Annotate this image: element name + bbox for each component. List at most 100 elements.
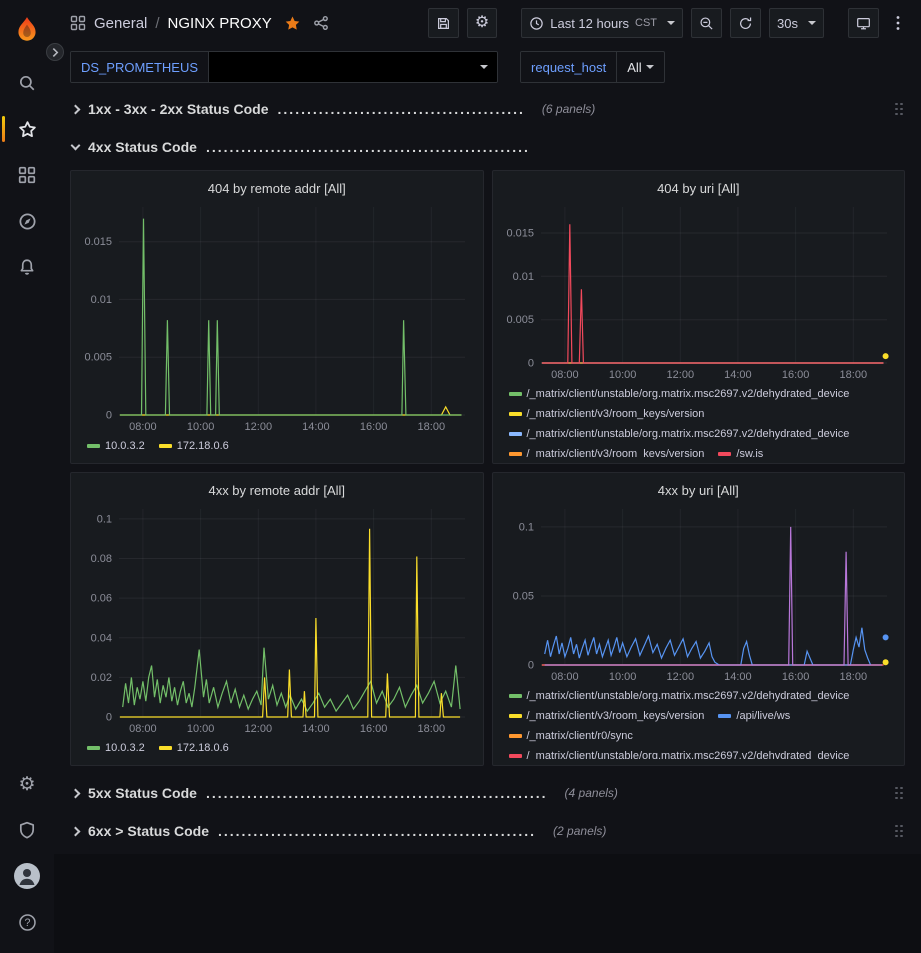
svg-text:0.08: 0.08 — [91, 553, 112, 565]
sidebar-item-explore[interactable] — [0, 198, 54, 244]
legend-item[interactable]: 172.18.0.6 — [159, 437, 229, 455]
dashboard-canvas: 1xx - 3xx - 2xx Status Code ............… — [54, 88, 921, 854]
sidebar-item-profile[interactable] — [0, 853, 54, 899]
svg-text:10:00: 10:00 — [608, 369, 636, 381]
panel-title[interactable]: 4xx by uri [All] — [501, 477, 897, 503]
refresh-icon — [738, 16, 753, 31]
svg-text:0.1: 0.1 — [97, 513, 112, 525]
share-dashboard-button[interactable] — [313, 15, 329, 31]
timezone-label: CST — [635, 17, 657, 29]
row-drag-handle-icon[interactable] — [894, 825, 903, 838]
svg-text:?: ? — [24, 917, 30, 929]
sidebar-item-alerting[interactable] — [0, 244, 54, 290]
panel-title[interactable]: 4xx by remote addr [All] — [79, 477, 475, 503]
svg-text:0: 0 — [106, 712, 112, 724]
dashboard-settings-button[interactable]: ⚙ — [467, 8, 497, 38]
legend-item[interactable]: /_matrix/client/v3/room_keys/version — [509, 405, 705, 423]
row-4xx[interactable]: 4xx Status Code ........................… — [70, 132, 905, 162]
legend-label: 172.18.0.6 — [177, 440, 229, 452]
svg-text:08:00: 08:00 — [551, 369, 579, 381]
legend-swatch — [509, 754, 522, 758]
svg-text:18:00: 18:00 — [839, 671, 867, 683]
legend-label: /_matrix/client/v3/room_keys/version — [527, 408, 705, 420]
row-1xx-3xx-2xx[interactable]: 1xx - 3xx - 2xx Status Code ............… — [70, 94, 905, 124]
sidebar-item-help[interactable]: ? — [0, 899, 54, 945]
legend-item[interactable]: 10.0.3.2 — [87, 437, 145, 455]
sidebar: ⚙ ? — [0, 0, 54, 953]
row-5xx[interactable]: 5xx Status Code ........................… — [70, 778, 905, 808]
row-title-dots: ........................................… — [206, 785, 548, 801]
svg-text:10:00: 10:00 — [187, 421, 215, 433]
breadcrumb-folder[interactable]: General — [94, 15, 147, 32]
legend-label: /_matrix/client/unstable/org.matrix.msc2… — [527, 388, 850, 400]
row-6xx[interactable]: 6xx > Status Code ......................… — [70, 816, 905, 846]
sidebar-expand-button[interactable] — [46, 43, 64, 61]
panel-4xx-by-uri: 4xx by uri [All] 00.050.108:0010:0012:00… — [492, 472, 906, 766]
svg-text:0.015: 0.015 — [506, 228, 534, 240]
legend-item[interactable]: /_matrix/client/r0/sync — [509, 727, 633, 745]
time-series-chart[interactable]: 00.0050.010.01508:0010:0012:0014:0016:00… — [79, 201, 475, 435]
save-dashboard-button[interactable] — [428, 8, 459, 38]
panel-title[interactable]: 404 by uri [All] — [501, 175, 897, 201]
favorite-star-button[interactable] — [284, 15, 301, 32]
time-range-label: Last 12 hours — [550, 16, 629, 31]
legend-swatch — [509, 714, 522, 718]
grafana-logo[interactable] — [0, 6, 54, 54]
variable-datasource: DS_PROMETHEUS — [70, 51, 498, 83]
sidebar-item-search[interactable] — [0, 60, 54, 106]
svg-text:0.04: 0.04 — [91, 632, 112, 644]
svg-text:0.005: 0.005 — [84, 352, 112, 364]
refresh-interval-value: 30s — [777, 16, 798, 31]
svg-text:0.01: 0.01 — [512, 271, 533, 283]
svg-text:0.06: 0.06 — [91, 593, 112, 605]
dashboards-apps-icon[interactable] — [70, 15, 86, 31]
star-icon — [18, 120, 37, 139]
legend-item[interactable]: /api/live/ws — [718, 707, 790, 725]
zoom-out-icon — [699, 16, 714, 31]
variables-bar: DS_PROMETHEUS request_host All — [54, 46, 921, 88]
row-panel-count: (4 panels) — [565, 786, 618, 800]
legend-item[interactable]: /_matrix/client/unstable/org.matrix.msc2… — [509, 687, 850, 705]
dashboard-header: General / NGINX PROXY — [54, 0, 921, 46]
refresh-interval-dropdown[interactable]: 30s — [769, 8, 824, 38]
panel-404-by-uri: 404 by uri [All] 00.0050.010.01508:0010:… — [492, 170, 906, 464]
sidebar-item-server-admin[interactable] — [0, 807, 54, 853]
row-panel-count: (6 panels) — [542, 102, 595, 116]
row-drag-handle-icon[interactable] — [894, 787, 903, 800]
row-title-dots: ........................................… — [218, 823, 536, 839]
sidebar-item-configuration[interactable]: ⚙ — [0, 761, 54, 807]
legend-label: /_matrix/client/v3/room_keys/version — [527, 448, 705, 457]
legend-item[interactable]: /_matrix/client/v3/room_keys/version — [509, 707, 705, 725]
sidebar-item-dashboards[interactable] — [0, 152, 54, 198]
legend-item[interactable]: 10.0.3.2 — [87, 739, 145, 757]
request-host-variable-label[interactable]: request_host — [521, 52, 616, 82]
sidebar-item-starred[interactable] — [0, 106, 54, 152]
svg-text:18:00: 18:00 — [839, 369, 867, 381]
chart-svg: 00.050.108:0010:0012:0014:0016:0018:00 — [501, 503, 897, 685]
zoom-out-time-button[interactable] — [691, 8, 722, 38]
time-series-chart[interactable]: 00.050.108:0010:0012:0014:0016:0018:00 — [501, 503, 897, 685]
request-host-value-dropdown[interactable]: All — [617, 52, 663, 82]
time-series-chart[interactable]: 00.0050.010.01508:0010:0012:0014:0016:00… — [501, 201, 897, 383]
svg-text:0.02: 0.02 — [91, 672, 112, 684]
breadcrumb-dashboard-title[interactable]: NGINX PROXY — [168, 15, 272, 32]
legend-swatch — [718, 714, 731, 718]
legend-label: 10.0.3.2 — [105, 440, 145, 452]
legend-item[interactable]: /sw.js — [718, 445, 763, 457]
time-series-chart[interactable]: 00.020.040.060.080.108:0010:0012:0014:00… — [79, 503, 475, 737]
legend-item[interactable]: 172.18.0.6 — [159, 739, 229, 757]
datasource-value-dropdown[interactable] — [209, 52, 497, 82]
more-options-button[interactable] — [887, 8, 909, 38]
tv-mode-button[interactable] — [848, 8, 879, 38]
refresh-button[interactable] — [730, 8, 761, 38]
legend-item[interactable]: /_matrix/client/v3/room_keys/version — [509, 445, 705, 457]
legend-item[interactable]: /_matrix/client/unstable/org.matrix.msc2… — [509, 385, 850, 403]
row-drag-handle-icon[interactable] — [894, 103, 903, 116]
datasource-variable-label[interactable]: DS_PROMETHEUS — [71, 52, 208, 82]
legend-item[interactable]: /_matrix/client/unstable/org.matrix.msc2… — [509, 425, 850, 443]
time-range-picker[interactable]: Last 12 hours CST — [521, 8, 683, 38]
legend-label: 10.0.3.2 — [105, 742, 145, 754]
panel-title[interactable]: 404 by remote addr [All] — [79, 175, 475, 201]
legend-item[interactable]: /_matrix/client/unstable/org.matrix.msc2… — [509, 747, 850, 759]
panel-grid: 404 by remote addr [All] 00.0050.010.015… — [70, 170, 905, 766]
